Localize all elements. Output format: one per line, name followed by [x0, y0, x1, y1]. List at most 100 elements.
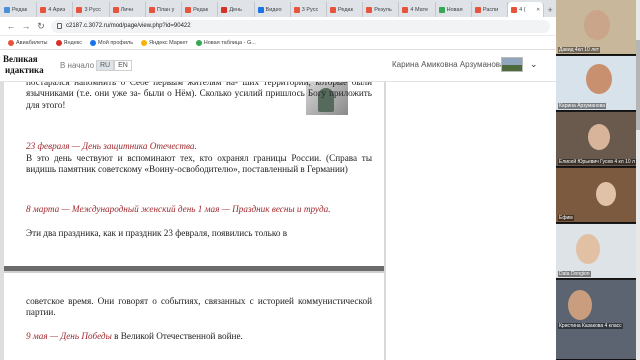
- screen: Редак 4 Ариз 3 Русс Личн План у Редак Де…: [0, 0, 640, 360]
- participant-tile[interactable]: Кристина Казакова 4 класс: [556, 280, 640, 360]
- participant-tile[interactable]: Давид 4кл 10 лет: [556, 0, 640, 55]
- browser-tab[interactable]: Редак: [182, 2, 219, 17]
- scrollbar-thumb[interactable]: [636, 40, 640, 130]
- paragraph-tail: в Великой Отечественной войне.: [111, 331, 243, 341]
- participant-name: Data Dongion: [558, 271, 591, 277]
- participant-name: Елисей Юрьевич Гусев 4 кл 10 л: [558, 159, 636, 165]
- logo-line-2: идактика: [5, 65, 44, 75]
- tab-label: План у: [156, 6, 175, 13]
- tab-favicon-icon: [257, 6, 264, 13]
- tab-label: Распи: [482, 6, 499, 13]
- holiday-heading: 23 февраля — День защитника Отечества.: [26, 141, 197, 151]
- tab-label: 3 Русс: [301, 6, 319, 13]
- browser-tab[interactable]: Видео: [255, 2, 291, 17]
- browser-tab[interactable]: Редак: [327, 2, 364, 17]
- page-divider-shadow: [4, 271, 384, 273]
- bookmark-favicon-icon: [90, 39, 97, 46]
- page-content: постарался напомнить о Себе первым жител…: [0, 82, 556, 360]
- bookmark-label: Яндекс Маркет: [149, 39, 188, 46]
- paragraph: Эти два праздника, как и праздник 23 фев…: [26, 228, 288, 238]
- tab-favicon-icon: [438, 6, 445, 13]
- tab-favicon-icon: [293, 6, 300, 13]
- bookmark-item[interactable]: Новая таблица - G...: [195, 39, 256, 46]
- right-panel: [386, 82, 556, 360]
- bookmark-item[interactable]: Мой профиль: [90, 39, 134, 46]
- participant-tile[interactable]: Карина Арзуманова: [556, 56, 640, 111]
- participant-face: [586, 64, 612, 94]
- participant-name: Давид 4кл 10 лет: [558, 47, 601, 53]
- participant-face: [596, 182, 616, 206]
- tab-favicon-icon: [40, 6, 47, 13]
- home-link[interactable]: В начало: [60, 61, 94, 70]
- address-bar: ← → ↻ c2187.c.3072.ru/mod/page/view.php?…: [0, 17, 556, 36]
- browser-tab[interactable]: План у: [146, 2, 183, 17]
- participant-face: [584, 10, 610, 40]
- tab-favicon-icon: [148, 6, 155, 13]
- browser-tab[interactable]: Распи: [472, 2, 509, 17]
- tab-favicon-icon: [329, 6, 336, 13]
- paragraph: В это день чествуют и вспоминают тех, кт…: [26, 153, 372, 175]
- participant-name: Ефим: [558, 215, 574, 221]
- url-input[interactable]: c2187.c.3072.ru/mod/page/view.php?id=904…: [51, 19, 550, 33]
- browser-tab[interactable]: 4 Мате: [399, 2, 436, 17]
- lang-en-button[interactable]: EN: [114, 60, 132, 71]
- bookmark-favicon-icon: [8, 39, 14, 46]
- browser-tab[interactable]: 3 Русс: [291, 2, 327, 17]
- participant-tile[interactable]: Ефим: [556, 168, 640, 223]
- tab-label: 4 (: [519, 6, 526, 13]
- bookmark-item[interactable]: Яндекс Маркет: [141, 39, 188, 46]
- browser-tab[interactable]: Резуль: [363, 2, 400, 17]
- logo-line-1: Великая: [3, 54, 38, 64]
- bookmark-item[interactable]: Авиабилеты: [8, 39, 48, 46]
- new-tab-icon[interactable]: +: [544, 2, 556, 17]
- bookmarks-bar: Авиабилеты Яндекс Мой профиль Яндекс Мар…: [0, 36, 556, 50]
- video-background: [556, 280, 640, 359]
- participant-name: Кристина Казакова 4 класс: [558, 323, 623, 329]
- tab-favicon-icon: [474, 6, 481, 13]
- browser-tab[interactable]: День: [218, 2, 255, 17]
- tab-label: Редак: [337, 6, 354, 13]
- user-name[interactable]: Карина Амиковна Арзуманова: [392, 60, 504, 69]
- close-icon[interactable]: ✕: [536, 7, 540, 13]
- reload-icon[interactable]: ↻: [36, 21, 46, 32]
- chevron-down-icon[interactable]: ⌄: [530, 59, 538, 70]
- bookmark-item[interactable]: Яндекс: [55, 39, 82, 46]
- browser-tab[interactable]: 3 Русс: [73, 2, 110, 17]
- bookmark-favicon-icon: [195, 39, 202, 46]
- lock-icon: [57, 23, 62, 29]
- back-arrow-icon[interactable]: ←: [6, 21, 16, 31]
- tab-favicon-icon: [402, 6, 409, 13]
- url-text: c2187.c.3072.ru/mod/page/view.php?id=904…: [66, 23, 191, 29]
- participant-tile[interactable]: Data Dongion: [556, 224, 640, 279]
- participant-name: Карина Арзуманова: [558, 103, 607, 109]
- participant-tile[interactable]: Елисей Юрьевич Гусев 4 кл 10 л: [556, 112, 640, 167]
- tab-favicon-icon: [185, 6, 192, 13]
- lang-ru-button[interactable]: RU: [96, 60, 115, 71]
- browser-tab[interactable]: 4 Ариз: [37, 2, 74, 17]
- browser-tab[interactable]: Личн: [110, 2, 146, 17]
- browser-tab[interactable]: Новая: [436, 2, 472, 17]
- browser-tab[interactable]: Редак: [1, 2, 38, 17]
- tab-label: День: [229, 6, 242, 13]
- paragraph: 9 мая — День Победы в Великой Отечествен…: [26, 331, 372, 342]
- tab-favicon-icon: [366, 6, 373, 13]
- site-logo[interactable]: Великая идактика: [3, 54, 44, 76]
- forward-arrow-icon[interactable]: →: [21, 21, 31, 31]
- avatar[interactable]: [501, 57, 523, 72]
- bookmark-favicon-icon: [141, 39, 148, 46]
- bookmark-label: Мой профиль: [98, 39, 134, 46]
- tab-label: Новая: [446, 6, 463, 13]
- bookmark-favicon-icon: [55, 39, 62, 46]
- participant-face: [588, 124, 610, 150]
- sidebar-edge: [0, 82, 4, 360]
- tab-favicon-icon: [221, 6, 228, 13]
- browser-tab-strip: Редак 4 Ариз 3 Русс Личн План у Редак Де…: [0, 0, 556, 17]
- tab-favicon-icon: [112, 6, 119, 13]
- site-header: Великая идактика В начало RU EN Карина А…: [0, 50, 556, 82]
- holiday-heading: 8 марта — Международный женский день 1 м…: [26, 204, 331, 214]
- bookmark-label: Авиабилеты: [16, 39, 48, 46]
- bookmark-label: Новая таблица - G...: [203, 39, 256, 46]
- tab-label: Резуль: [374, 6, 392, 13]
- browser-tab-active[interactable]: 4 ( ✕: [508, 2, 545, 17]
- language-switcher: RU EN: [96, 60, 132, 71]
